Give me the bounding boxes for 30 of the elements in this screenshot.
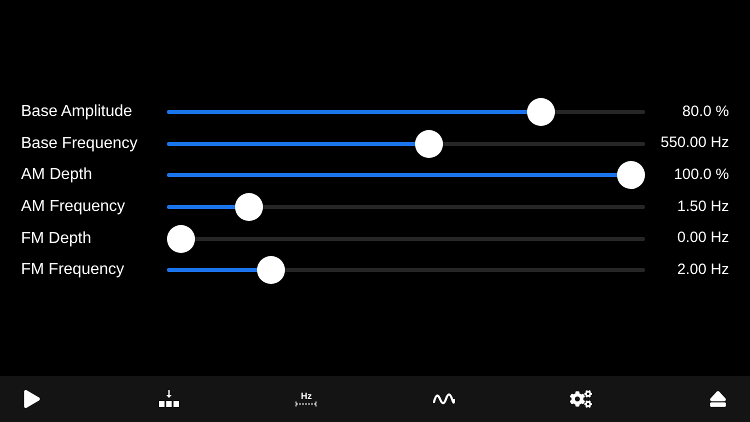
gears-icon: [570, 388, 592, 410]
slider-label: AM Frequency: [21, 196, 126, 217]
slider-label: Base Frequency: [21, 134, 139, 154]
play-icon: [24, 390, 40, 408]
slider-track[interactable]: [167, 110, 645, 114]
slider-label: AM Depth: [21, 165, 94, 186]
wave-icon: [432, 392, 455, 406]
slider-track[interactable]: [167, 268, 645, 272]
slider-label: FM Frequency: [21, 260, 126, 280]
slider-value: 80.0 %: [681, 102, 729, 122]
hz-button[interactable]: Hz: [288, 381, 324, 417]
slider-value: 100.0 %: [672, 164, 729, 185]
slider-value: 0.00 Hz: [676, 228, 729, 248]
slider-thumb[interactable]: [234, 192, 262, 221]
slider-track[interactable]: [167, 142, 645, 146]
slider-value: 1.50 Hz: [676, 196, 729, 217]
slider-thumb[interactable]: [617, 161, 645, 190]
slider-thumb[interactable]: [257, 256, 285, 284]
slider-value: 2.00 Hz: [676, 260, 729, 280]
slider-track[interactable]: [167, 204, 645, 209]
slider-thumb[interactable]: [527, 98, 555, 126]
hz-label: Hz: [300, 391, 312, 401]
download-icon: [159, 389, 180, 409]
slider-thumb[interactable]: [414, 130, 442, 158]
slider-label: FM Depth: [21, 228, 92, 249]
slider-label: Base Amplitude: [21, 102, 134, 122]
slider-value: 550.00 Hz: [660, 133, 729, 154]
range-bracket-icon: [295, 401, 318, 407]
eject-icon: [708, 390, 727, 408]
slider-thumb[interactable]: [167, 224, 195, 253]
